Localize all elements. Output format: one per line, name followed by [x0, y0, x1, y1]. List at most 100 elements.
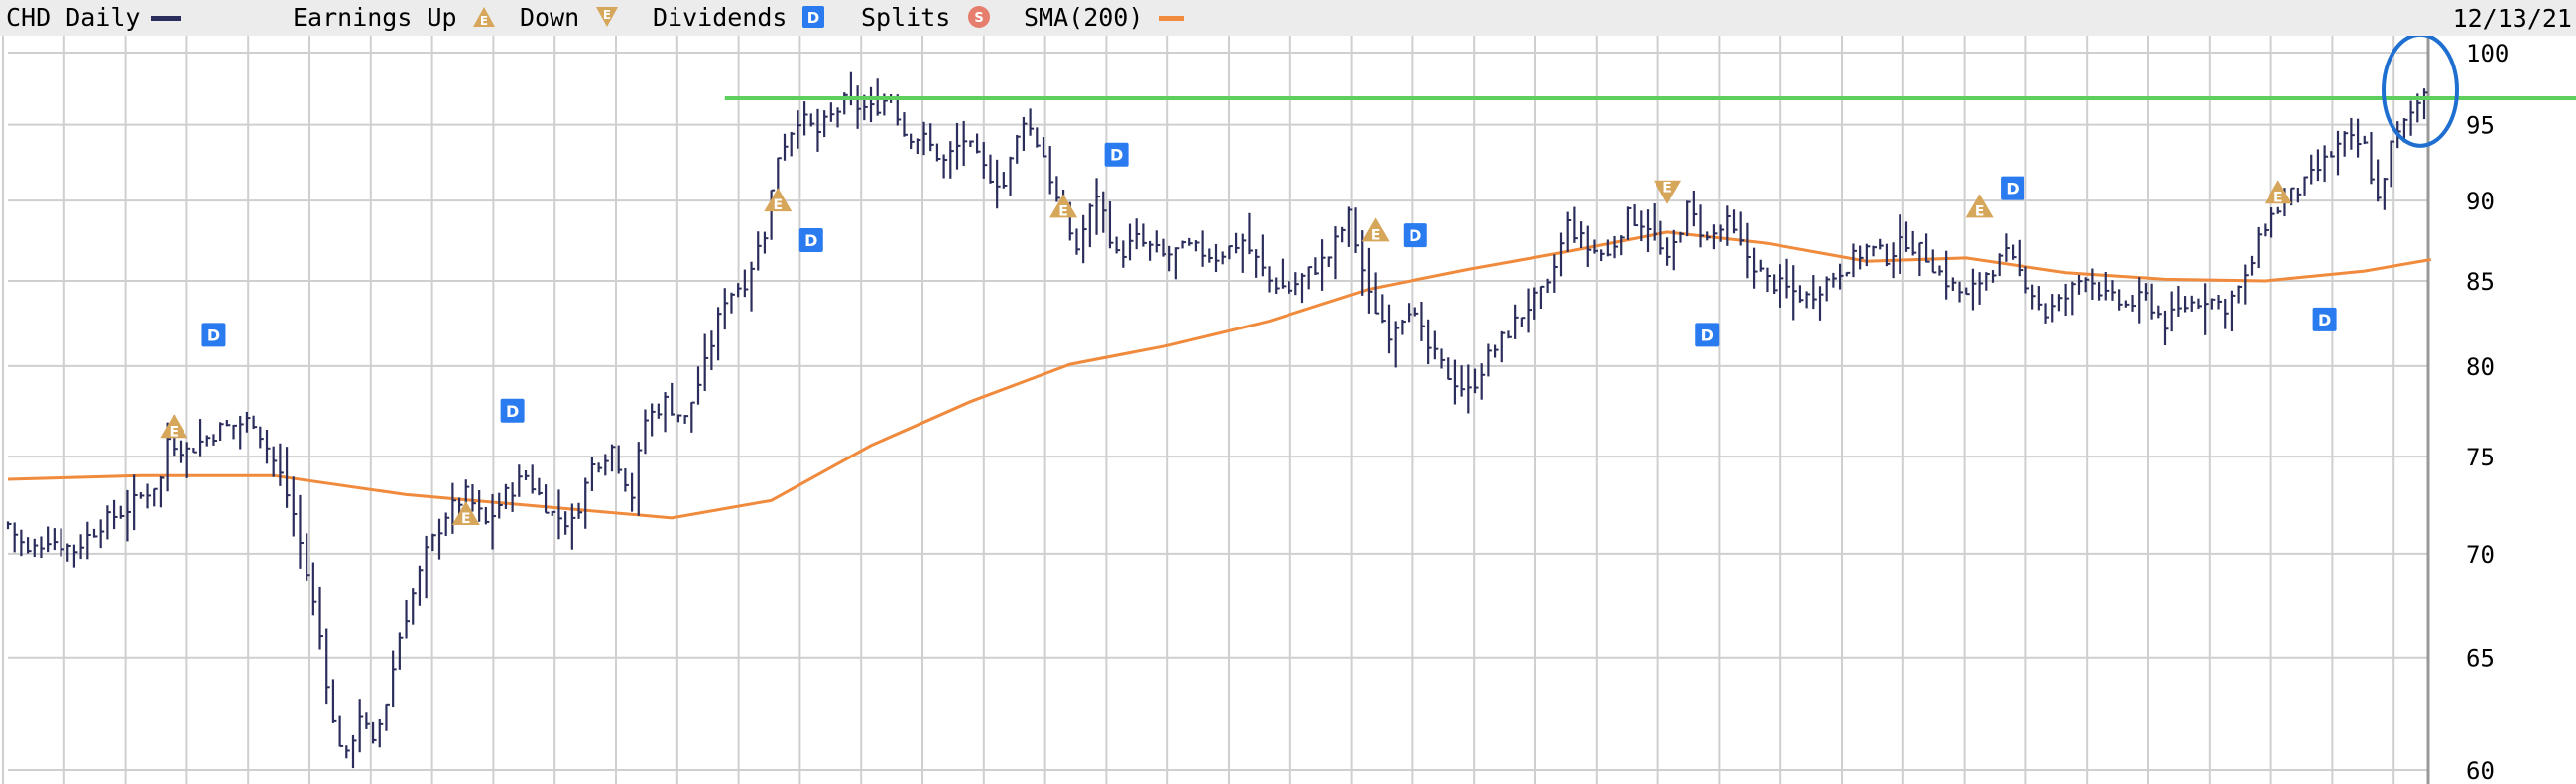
dividend-marker-label: D [207, 326, 220, 344]
price-bar [1300, 273, 1306, 304]
price-bar [989, 154, 994, 184]
dividend-marker: D [1403, 223, 1427, 248]
price-bar [1022, 116, 1028, 151]
price-bar [239, 415, 244, 450]
price-bar [1168, 245, 1173, 272]
price-bar [2257, 226, 2263, 269]
price-bar [1009, 156, 1015, 196]
price-bar [2077, 274, 2083, 295]
price-bar [2071, 281, 2076, 316]
y-axis: 100 95 90 85 80 75 70 65 60 [2466, 40, 2509, 784]
price-bar [219, 422, 224, 442]
price-bar [1447, 357, 1452, 381]
price-bar [325, 628, 330, 705]
price-bar [1374, 272, 1380, 315]
price-bar [451, 482, 456, 534]
price-bar [1407, 303, 1412, 323]
price-bar [1759, 259, 1765, 272]
price-bar [272, 446, 278, 477]
price-bar [763, 231, 769, 254]
price-bar [696, 366, 702, 405]
price-bar [743, 269, 749, 298]
price-bar [1188, 237, 1193, 246]
price-bar [1334, 226, 1339, 280]
price-bar [1088, 203, 1094, 248]
price-bar [1294, 272, 1299, 296]
price-bar [1885, 243, 1891, 267]
price-bar [969, 140, 974, 147]
earnings-up-marker-label: E [1058, 203, 1068, 219]
price-bar [1401, 319, 1406, 335]
price-bar [1911, 230, 1917, 256]
earnings-up-marker-label: E [774, 197, 784, 213]
price-bar [1029, 108, 1035, 136]
y-tick-label: 80 [2466, 353, 2495, 381]
price-bar [2303, 176, 2309, 196]
dividend-marker-label: D [804, 231, 817, 250]
dividend-marker-label: D [2318, 311, 2331, 329]
price-bar [1931, 249, 1937, 274]
price-bar [385, 703, 390, 731]
price-bar [338, 715, 344, 747]
price-bar [1201, 230, 1207, 267]
price-bar [418, 565, 424, 606]
price-bar [1314, 257, 1319, 276]
price-bar [265, 430, 271, 464]
dividend-marker-label: D [1701, 326, 1714, 344]
price-bar [26, 537, 32, 554]
price-bar [1792, 265, 1797, 321]
price-bar [179, 440, 184, 463]
dividend-marker-label: D [2006, 180, 2019, 198]
price-bar [279, 443, 284, 486]
price-bar [1825, 276, 1831, 302]
price-bar [2310, 154, 2315, 185]
price-bar [1514, 304, 1519, 339]
price-line-swatch [151, 16, 181, 21]
price-bar [1520, 317, 1526, 327]
price-bar [2370, 131, 2375, 185]
dividend-marker: D [500, 398, 525, 423]
dividend-marker: D [1695, 323, 1720, 347]
price-bar [1672, 229, 1678, 271]
price-bar [1016, 134, 1021, 164]
price-bar [504, 483, 510, 510]
price-bar [2276, 206, 2282, 214]
price-bar [1214, 243, 1220, 273]
price-bar [299, 494, 304, 569]
price-bar [1055, 176, 1060, 202]
price-bar [6, 521, 12, 530]
price-bar [1208, 248, 1213, 263]
price-bar [1275, 277, 1280, 294]
price-bar [1115, 236, 1121, 254]
price-bar [783, 133, 789, 161]
price-bar [703, 333, 709, 392]
price-bar [716, 307, 722, 361]
price-bar [1142, 223, 1147, 247]
price-bar [2210, 298, 2216, 310]
price-bar [444, 512, 450, 537]
price-bar [66, 543, 71, 562]
price-bar [2336, 130, 2342, 176]
price-bar [2051, 294, 2056, 323]
price-bar [1879, 238, 1884, 250]
earnings-down-label: Down [520, 3, 580, 32]
price-bar [1633, 203, 1639, 227]
price-bar [1228, 245, 1233, 260]
dividend-marker: D [201, 323, 226, 347]
dividend-marker-label: D [1409, 226, 1421, 245]
price-bar [2138, 277, 2143, 324]
price-bar [2177, 285, 2182, 317]
price-bar [816, 108, 821, 152]
price-bar [185, 442, 191, 478]
price-bar [651, 403, 656, 437]
price-bar [1845, 271, 1851, 277]
price-bar [690, 401, 695, 433]
price-bar [2011, 244, 2017, 260]
dividend-marker-label: D [1110, 146, 1123, 165]
price-bar [225, 420, 231, 427]
price-bar [737, 283, 742, 298]
y-tick-label: 75 [2466, 444, 2495, 471]
price-bar [710, 330, 715, 371]
price-bar [922, 121, 928, 156]
dividend-icon: D [802, 6, 824, 28]
